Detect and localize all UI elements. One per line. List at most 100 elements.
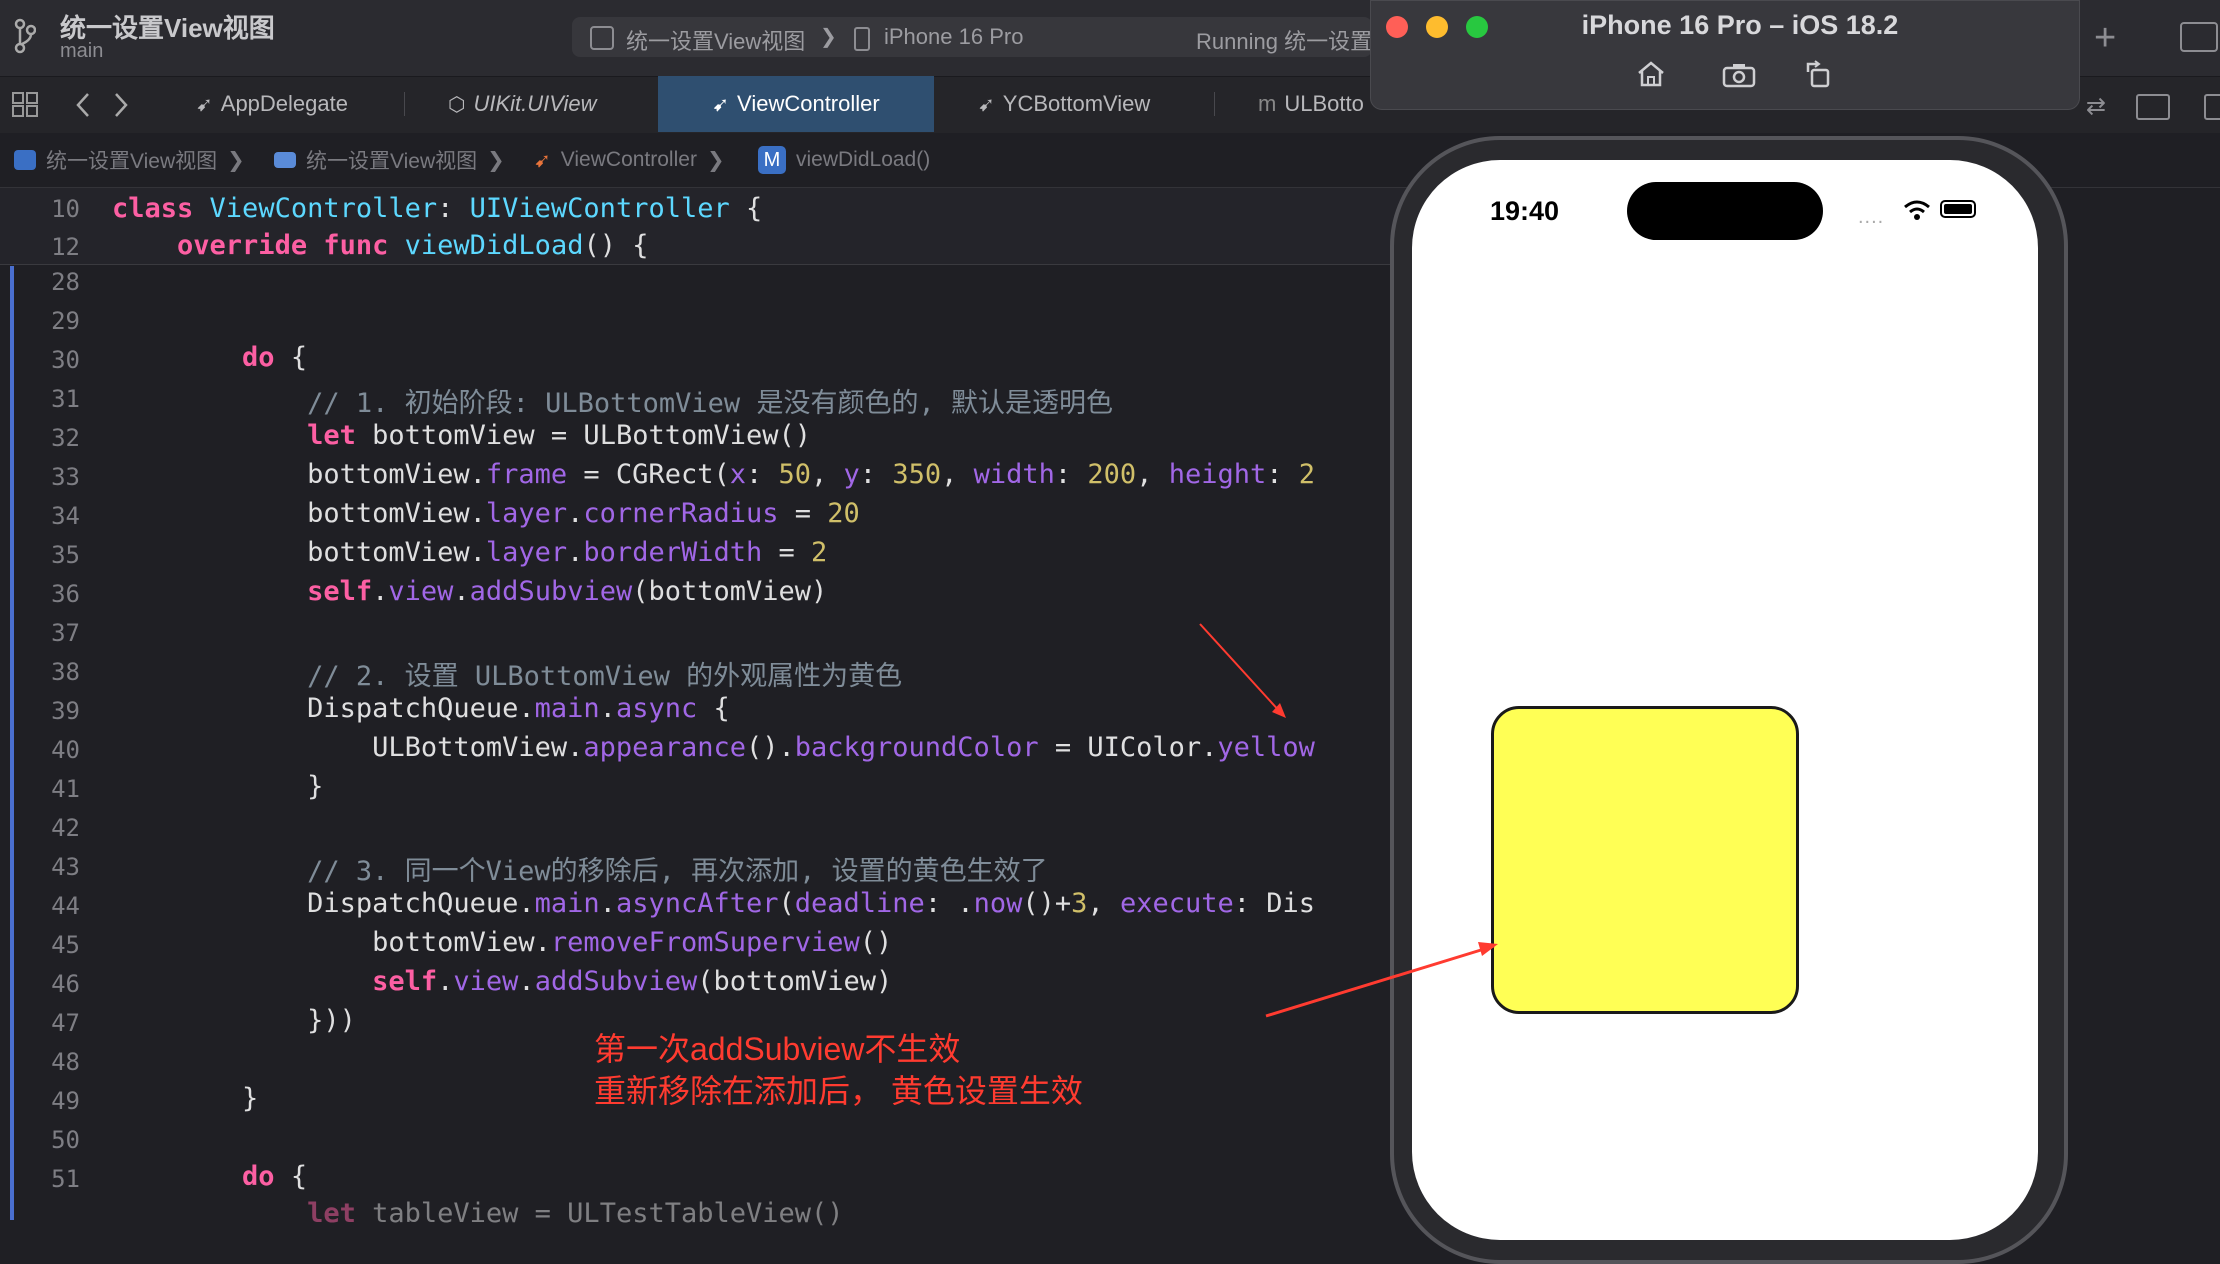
code-line[interactable]: let tableView = ULTestTableView() — [112, 1198, 843, 1229]
tab-appdelegate[interactable]: ➹ AppDelegate — [190, 76, 396, 132]
breadcrumb-label: 统一设置View视图 — [46, 150, 218, 173]
breadcrumb-label: 统一设置View视图 — [306, 150, 478, 173]
code-line[interactable]: bottomView.removeFromSuperview() — [112, 927, 892, 958]
swift-file-icon: ➹ — [712, 93, 730, 116]
breadcrumb-item-folder[interactable]: 统一设置View视图 ❯ — [274, 133, 505, 187]
breadcrumb-separator: ❯ — [227, 148, 245, 172]
tab-label: YCBottomView — [1002, 91, 1151, 116]
line-number: 51 — [51, 1165, 80, 1193]
tab-label: UIKit.UIView — [473, 91, 597, 116]
wifi-icon — [1904, 200, 1930, 220]
code-line[interactable]: self.view.addSubview(bottomView) — [112, 576, 827, 607]
code-line[interactable]: } — [112, 1083, 258, 1114]
bottom-view[interactable] — [1491, 706, 1799, 1014]
line-number: 32 — [51, 424, 80, 452]
swift-file-icon: ➹ — [534, 149, 551, 172]
simulator-screen[interactable] — [1412, 160, 2038, 1240]
tab-ulbottomview[interactable]: m ULBotto — [1258, 76, 1378, 132]
line-number: 42 — [51, 814, 80, 842]
line-number: 37 — [51, 619, 80, 647]
line-number: 49 — [51, 1087, 80, 1115]
code-line[interactable]: class ViewController: UIViewController { — [112, 193, 762, 224]
breadcrumb-separator: ❯ — [487, 148, 505, 172]
scheme-name: 统一设置View视图 — [626, 29, 806, 54]
breadcrumb-item-method[interactable]: M viewDidLoad() — [758, 133, 930, 187]
breadcrumb-label: viewDidLoad() — [796, 148, 931, 171]
project-icon — [14, 150, 36, 170]
line-number: 40 — [51, 736, 80, 764]
line-number: 41 — [51, 775, 80, 803]
inspector-icon[interactable] — [2180, 22, 2218, 52]
screenshot-icon[interactable] — [1722, 62, 1756, 88]
code-line[interactable]: DispatchQueue.main.async { — [112, 693, 730, 724]
tab-label: ViewController — [737, 91, 880, 116]
tab-uikit-uiview[interactable]: ⬡ UIKit.UIView — [448, 76, 658, 132]
line-number: 38 — [51, 658, 80, 686]
rotate-icon[interactable] — [1804, 60, 1832, 88]
add-icon[interactable]: + — [2094, 18, 2116, 58]
split-editor-icon[interactable] — [2204, 94, 2220, 120]
code-line[interactable]: // 3. 同一个View的移除后, 再次添加, 设置的黄色生效了 — [112, 849, 1048, 888]
code-line[interactable]: ULBottomView.appearance().backgroundColo… — [112, 732, 1315, 763]
simulator-title: iPhone 16 Pro – iOS 18.2 — [1581, 10, 1899, 40]
breadcrumb-item-file[interactable]: ➹ ViewController ❯ — [534, 133, 725, 187]
zoom-button[interactable] — [1466, 16, 1488, 38]
code-line[interactable]: let bottomView = ULBottomView() — [112, 420, 811, 451]
line-number: 45 — [51, 931, 80, 959]
line-number: 12 — [51, 233, 80, 261]
line-number: 43 — [51, 853, 80, 881]
breadcrumb-separator: ❯ — [706, 148, 725, 172]
code-line[interactable]: override func viewDidLoad() { — [112, 230, 648, 261]
annotation-line-1: 第一次addSubview不生效 — [594, 1031, 961, 1067]
line-number: 31 — [51, 385, 80, 413]
device-name[interactable]: iPhone 16 Pro — [884, 24, 1023, 50]
line-number: 34 — [51, 502, 80, 530]
tab-label: AppDelegate — [220, 91, 348, 116]
code-line[interactable]: do { — [112, 342, 307, 373]
code-line[interactable]: bottomView.frame = CGRect(x: 50, y: 350,… — [112, 459, 1315, 490]
module-icon: ⬡ — [448, 93, 466, 116]
line-number: 33 — [51, 463, 80, 491]
code-line[interactable]: bottomView.layer.cornerRadius = 20 — [112, 498, 860, 529]
annotation-line-2: 重新移除在添加后， 黄色设置生效 — [594, 1073, 1083, 1109]
line-number: 29 — [51, 307, 80, 335]
run-status: Running 统一设置 — [1196, 29, 1373, 54]
forward-icon[interactable] — [112, 92, 130, 118]
branch-name: main — [60, 40, 104, 62]
minimap-icon[interactable] — [2136, 94, 2170, 120]
line-number: 47 — [51, 1009, 80, 1037]
breadcrumb-item-project[interactable]: 统一设置View视图 ❯ — [14, 133, 245, 187]
code-line[interactable]: // 2. 设置 ULBottomView 的外观属性为黄色 — [112, 654, 902, 693]
tab-label: ULBotto — [1284, 91, 1364, 116]
related-items-icon[interactable]: ⇄ — [2086, 92, 2106, 121]
tab-ycbottomview[interactable]: ➹ YCBottomView — [978, 76, 1208, 132]
member-icon: m — [1258, 91, 1277, 116]
signal-dots: .... — [1858, 206, 1885, 228]
code-line[interactable]: } — [112, 771, 323, 802]
back-icon[interactable] — [74, 92, 92, 118]
app-icon — [590, 26, 614, 50]
code-line[interactable]: self.view.addSubview(bottomView) — [112, 966, 892, 997]
tab-viewcontroller[interactable]: ➹ ViewController — [658, 76, 934, 132]
branch-icon — [14, 18, 36, 54]
home-icon[interactable] — [1636, 60, 1666, 88]
close-button[interactable] — [1386, 16, 1408, 38]
code-line[interactable]: bottomView.layer.borderWidth = 2 — [112, 537, 827, 568]
line-number: 48 — [51, 1048, 80, 1076]
code-line[interactable]: })) — [112, 1005, 356, 1036]
grid-icon[interactable] — [12, 92, 40, 118]
line-number: 50 — [51, 1126, 80, 1154]
code-line[interactable]: // 1. 初始阶段: ULBottomView 是没有颜色的, 默认是透明色 — [112, 381, 1113, 420]
status-time: 19:40 — [1490, 196, 1560, 226]
code-line[interactable]: DispatchQueue.main.asyncAfter(deadline: … — [112, 888, 1315, 919]
dynamic-island — [1627, 182, 1823, 240]
method-icon: M — [758, 146, 786, 174]
line-number: 39 — [51, 697, 80, 725]
swift-file-icon: ➹ — [196, 93, 213, 116]
line-number: 46 — [51, 970, 80, 998]
breadcrumb-label: ViewController — [560, 148, 697, 171]
minimize-button[interactable] — [1426, 16, 1448, 38]
line-number: 35 — [51, 541, 80, 569]
battery-icon — [1940, 200, 1976, 218]
code-line[interactable]: do { — [112, 1161, 307, 1192]
